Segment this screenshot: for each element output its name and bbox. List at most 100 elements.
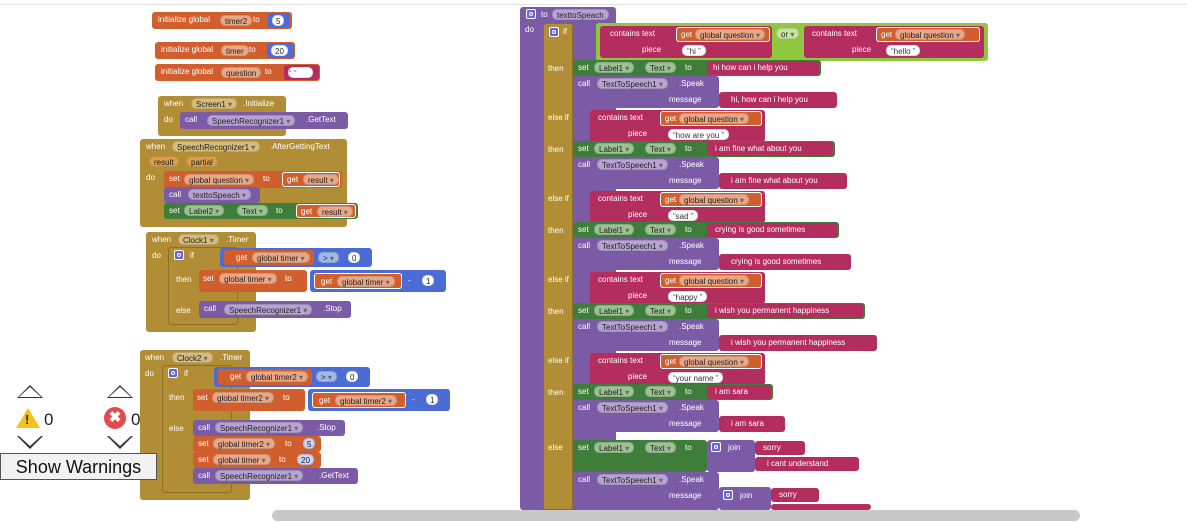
text-field[interactable]: hello	[886, 45, 921, 56]
set-global-question-block[interactable]: set global question to get result	[164, 171, 342, 188]
set-global-timer-block[interactable]: set global timer to 20	[193, 452, 321, 468]
call-tts-speak-block[interactable]: call TextToSpeech1 .Speak message	[573, 472, 719, 510]
variable-dropdown[interactable]: global question	[184, 174, 255, 185]
text-block[interactable]: i wish you permanent happiness	[719, 335, 877, 351]
call-texttospeach-block[interactable]: call texttoSpeach	[164, 187, 260, 203]
set-global-timer-block[interactable]: set global timer to	[199, 270, 307, 292]
operator-dropdown[interactable]: >	[318, 252, 339, 263]
component-dropdown[interactable]: SpeechRecognizer1	[207, 115, 296, 126]
text-field[interactable]: sorry	[763, 443, 781, 453]
procedure-dropdown[interactable]: texttoSpeach	[188, 189, 251, 200]
text-field[interactable]: hi	[682, 45, 706, 56]
property-dropdown[interactable]: Text	[645, 305, 676, 316]
global-timer2-block[interactable]: initialize global timer2 to 5	[152, 12, 292, 29]
text-field[interactable]: i am fine what about you	[715, 144, 802, 154]
text-field[interactable]: i am sara	[715, 387, 748, 397]
text-field[interactable]: happy	[668, 291, 708, 302]
property-dropdown[interactable]: Text	[645, 224, 676, 235]
property-dropdown[interactable]: Text	[237, 205, 268, 216]
get-global-question-block[interactable]: get global question	[660, 111, 762, 126]
text-field[interactable]: i am fine what about you	[731, 176, 818, 186]
contains-text-block[interactable]: contains text piece get global question …	[600, 26, 772, 58]
set-label1-text-block[interactable]: set Label1 Text to hi how can i help you	[573, 60, 821, 76]
variable-dropdown[interactable]: global question	[695, 29, 766, 40]
global-question-block[interactable]: initialize global question to	[155, 64, 320, 81]
property-dropdown[interactable]: Text	[645, 386, 676, 397]
get-global-question-block[interactable]: get global question	[676, 27, 770, 42]
variable-dropdown[interactable]: global timer	[337, 276, 395, 287]
variable-name-field[interactable]: timer2	[220, 15, 253, 26]
number-block[interactable]: 5	[268, 13, 290, 28]
variable-dropdown[interactable]: global question	[679, 113, 750, 124]
variable-dropdown[interactable]: result	[317, 206, 353, 217]
component-dropdown[interactable]: TextToSpeech1	[597, 321, 668, 332]
error-prev-arrow-icon[interactable]	[107, 385, 133, 398]
variable-dropdown[interactable]: global timer2	[213, 438, 276, 449]
variable-dropdown[interactable]: global question	[679, 356, 750, 367]
join-block[interactable]: join	[719, 487, 771, 510]
number-field[interactable]: 5	[272, 15, 285, 26]
component-dropdown[interactable]: Label1	[594, 442, 635, 453]
warning-next-arrow-icon[interactable]	[17, 436, 43, 449]
call-tts-speak-block[interactable]: call TextToSpeech1 .Speak message	[573, 238, 719, 270]
component-dropdown[interactable]: SpeechRecognizer1	[172, 141, 261, 152]
component-dropdown[interactable]: Clock2	[172, 352, 213, 363]
get-global-question-block[interactable]: get global question	[660, 354, 762, 369]
call-tts-speak-block[interactable]: call TextToSpeech1 .Speak message	[573, 157, 719, 189]
text-field[interactable]: your name	[668, 372, 724, 383]
variable-dropdown[interactable]: result	[303, 174, 339, 185]
property-dropdown[interactable]: Text	[645, 62, 676, 73]
call-stop-block[interactable]: call SpeechRecognizer1 .Stop	[193, 420, 345, 436]
text-field[interactable]: sad	[668, 210, 699, 221]
text-block[interactable]: sorry	[755, 441, 805, 455]
call-tts-speak-block[interactable]: call TextToSpeech1 .Speak message	[573, 400, 719, 432]
event-param-result[interactable]: result	[149, 156, 179, 167]
component-dropdown[interactable]: Screen1	[191, 98, 238, 109]
text-field[interactable]: i cant understand	[767, 459, 828, 469]
get-result-block[interactable]: get result	[296, 204, 356, 218]
component-dropdown[interactable]: Label1	[594, 62, 635, 73]
text-field[interactable]: sorry	[779, 490, 797, 500]
get-global-timer2-block[interactable]: get global timer2	[312, 392, 406, 408]
warning-prev-arrow-icon[interactable]	[17, 385, 43, 398]
get-global-timer2-block[interactable]: get global timer2	[218, 369, 312, 385]
text-block[interactable]: sorry	[771, 488, 819, 502]
get-global-timer-block[interactable]: get global timer	[224, 250, 314, 265]
contains-text-block[interactable]: contains text piece get global question …	[804, 26, 984, 58]
operator-dropdown[interactable]: or	[776, 28, 800, 39]
text-block[interactable]: crying is good sometimes	[707, 223, 837, 237]
component-dropdown[interactable]: SpeechRecognizer1	[215, 470, 304, 481]
variable-dropdown[interactable]: global question	[679, 275, 750, 286]
variable-name-field[interactable]: timer	[221, 45, 249, 56]
number-field[interactable]: 20	[297, 454, 314, 465]
text-block[interactable]: i am fine what about you	[719, 173, 847, 189]
number-block[interactable]: 20	[267, 43, 294, 58]
show-warnings-button[interactable]: Show Warnings	[0, 453, 157, 480]
contains-text-block[interactable]: contains text piece get global question …	[590, 191, 765, 223]
mutator-gear-icon[interactable]	[526, 9, 536, 19]
mutator-gear-icon[interactable]	[549, 27, 559, 37]
get-result-block[interactable]: get result	[282, 172, 340, 187]
call-gettext-block[interactable]: call SpeechRecognizer1 .GetText	[180, 112, 348, 129]
text-block[interactable]: hi how can i help you	[707, 61, 819, 75]
component-dropdown[interactable]: Label2	[184, 205, 225, 216]
text-field[interactable]: i wish you permanent happiness	[731, 338, 845, 348]
set-global-timer2-block[interactable]: set global timer2 to	[193, 389, 305, 411]
text-field[interactable]: i am sara	[731, 419, 764, 429]
get-global-question-block[interactable]: get global question	[876, 27, 980, 42]
mutator-gear-icon[interactable]	[723, 490, 733, 500]
set-label1-text-block[interactable]: set Label1 Text to	[573, 440, 707, 472]
component-dropdown[interactable]: Label1	[594, 386, 635, 397]
variable-dropdown[interactable]: global question	[679, 194, 750, 205]
variable-name-field[interactable]: question	[221, 67, 262, 78]
text-block[interactable]: i cant understand	[755, 457, 859, 471]
set-label1-text-block[interactable]: set Label1 Text to i wish you permanent …	[573, 303, 865, 319]
text-field[interactable]: crying is good sometimes	[731, 257, 821, 267]
component-dropdown[interactable]: TextToSpeech1	[597, 78, 668, 89]
text-field[interactable]: hi how can i help you	[713, 63, 788, 73]
variable-dropdown[interactable]: global timer2	[246, 371, 309, 382]
contains-text-block[interactable]: contains text piece get global question …	[590, 110, 765, 142]
horizontal-scrollbar[interactable]	[272, 510, 1080, 521]
error-next-arrow-icon[interactable]	[107, 436, 133, 449]
operator-dropdown[interactable]: >	[316, 371, 337, 382]
